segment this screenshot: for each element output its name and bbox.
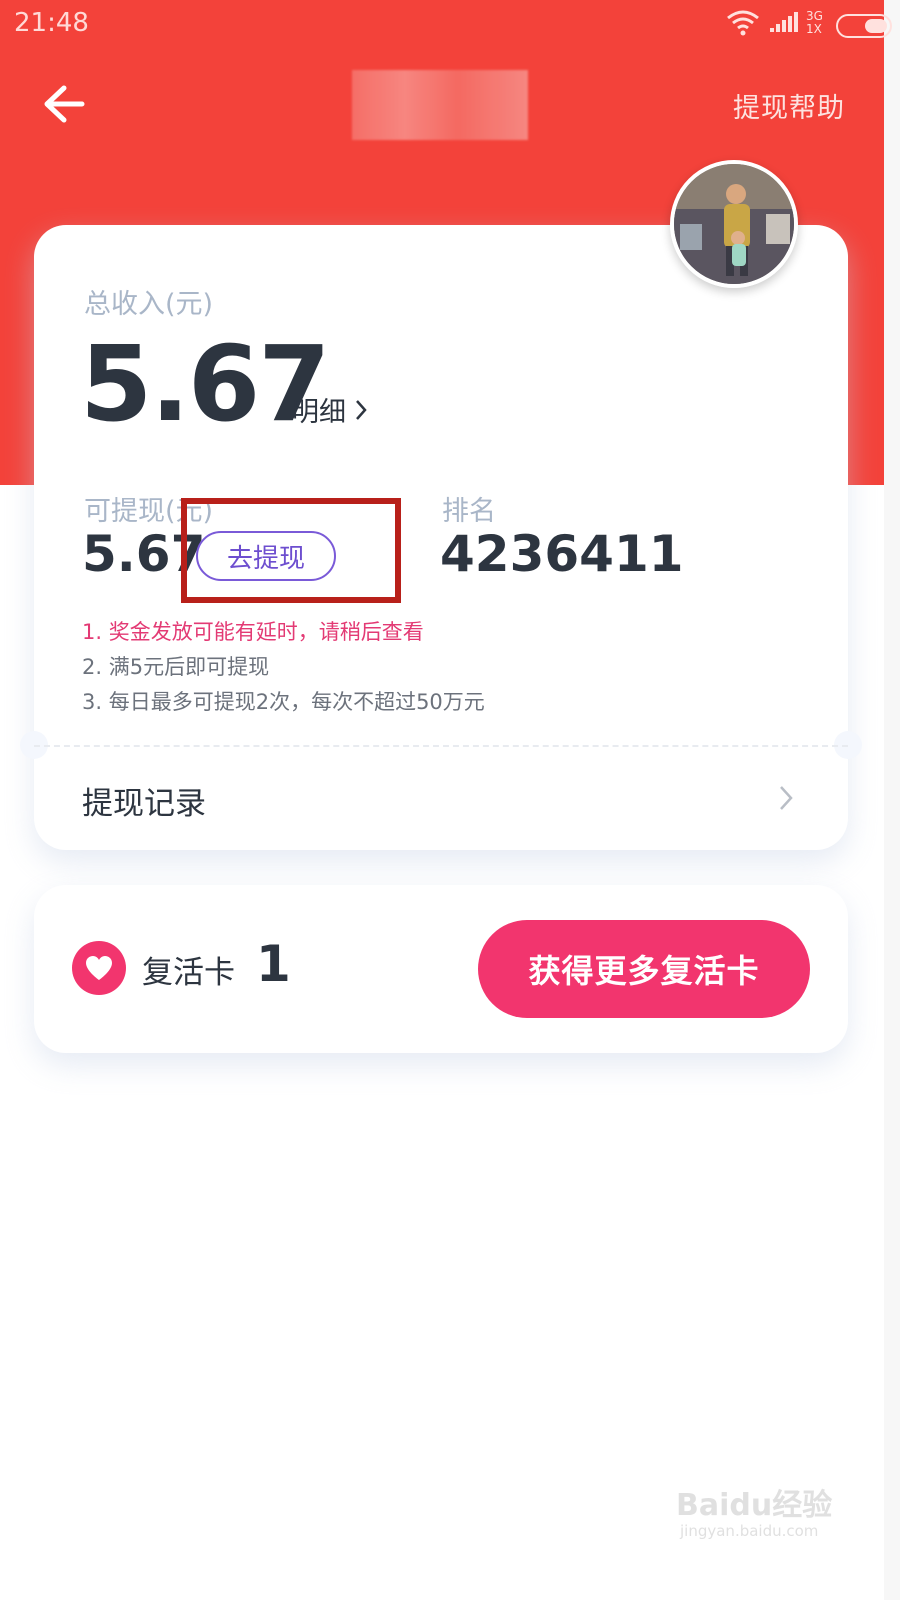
page-title-redacted	[352, 70, 528, 140]
watermark-url: jingyan.baidu.com	[680, 1522, 819, 1540]
rank-value: 4236411	[440, 525, 684, 583]
rank-label: 排名	[442, 496, 496, 527]
withdraw-records-row[interactable]: 提现记录	[34, 760, 848, 838]
arrow-left-icon	[44, 85, 85, 123]
revive-card: 复活卡 1 获得更多复活卡	[34, 885, 848, 1053]
note-item: 2. 满5元后即可提现	[82, 655, 270, 679]
withdraw-records-label: 提现记录	[82, 786, 206, 822]
earnings-card: 总收入(元) 5.67 明细 可提现(元) 5.67 去提现 排名 423641…	[20, 225, 862, 850]
back-button[interactable]	[38, 80, 90, 128]
heart-icon	[86, 956, 112, 980]
heart-badge	[72, 941, 126, 995]
note-item: 1. 奖金发放可能有延时，请稍后查看	[82, 620, 424, 644]
sim-label: 1X	[806, 22, 822, 36]
dashed-divider	[34, 745, 848, 747]
wifi-icon	[727, 10, 759, 36]
chevron-right-icon	[356, 399, 367, 420]
get-more-revive-cards-button[interactable]: 获得更多复活卡	[478, 920, 810, 1018]
watermark-logo: Baidu经验	[676, 1488, 833, 1523]
revive-card-count: 1	[256, 935, 291, 993]
notes-list: 1. 奖金发放可能有延时，请稍后查看 2. 满5元后即可提现 3. 每日最多可提…	[82, 615, 485, 720]
right-edge	[884, 0, 900, 1600]
total-income-label: 总收入(元)	[84, 289, 214, 320]
withdraw-help-link[interactable]: 提现帮助	[733, 86, 845, 125]
note-item: 3. 每日最多可提现2次，每次不超过50万元	[82, 690, 485, 714]
detail-label: 明细	[292, 397, 346, 428]
user-photo	[674, 164, 794, 284]
annotation-highlight-box	[181, 498, 401, 603]
watermark: Baidu经验 jingyan.baidu.com	[676, 1470, 846, 1550]
chevron-right-icon	[780, 786, 793, 810]
detail-link[interactable]: 明细	[292, 390, 368, 429]
signal-icon	[770, 12, 798, 32]
status-time: 21:48	[14, 8, 89, 38]
battery-icon	[836, 14, 892, 38]
revive-card-label: 复活卡	[142, 955, 235, 991]
avatar[interactable]	[670, 160, 798, 288]
